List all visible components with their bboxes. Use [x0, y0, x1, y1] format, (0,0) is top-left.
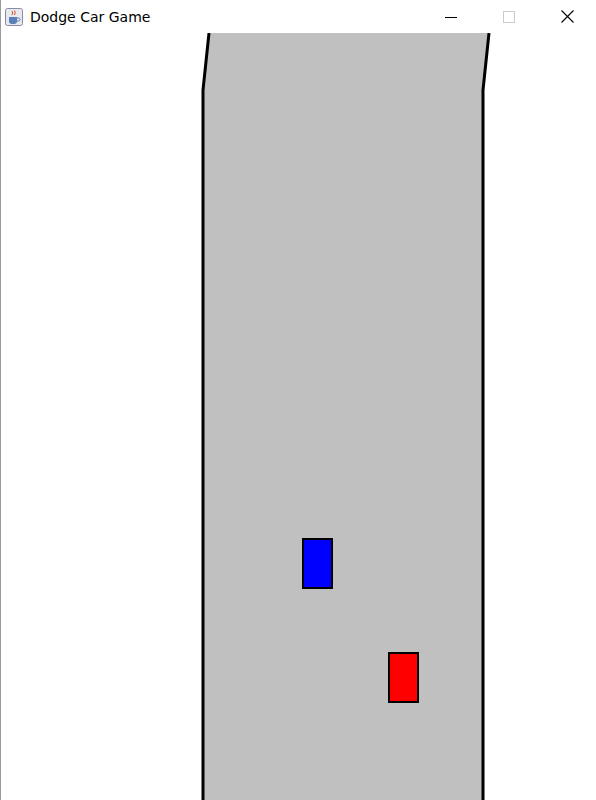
car [389, 653, 418, 702]
road [203, 33, 489, 800]
game-canvas [1, 33, 596, 800]
minimize-button[interactable] [422, 0, 480, 33]
road-right-edge [483, 33, 489, 800]
maximize-icon [503, 11, 515, 23]
car [303, 539, 332, 588]
java-icon [5, 8, 23, 26]
close-icon [561, 10, 574, 23]
close-button[interactable] [538, 0, 596, 33]
road-left-edge [203, 33, 209, 800]
game-window: Dodge Car Game [0, 0, 596, 800]
maximize-button [480, 0, 538, 33]
minimize-icon [445, 11, 457, 23]
title-bar: Dodge Car Game [1, 0, 596, 33]
game-scene [1, 33, 596, 800]
window-title: Dodge Car Game [30, 9, 150, 25]
